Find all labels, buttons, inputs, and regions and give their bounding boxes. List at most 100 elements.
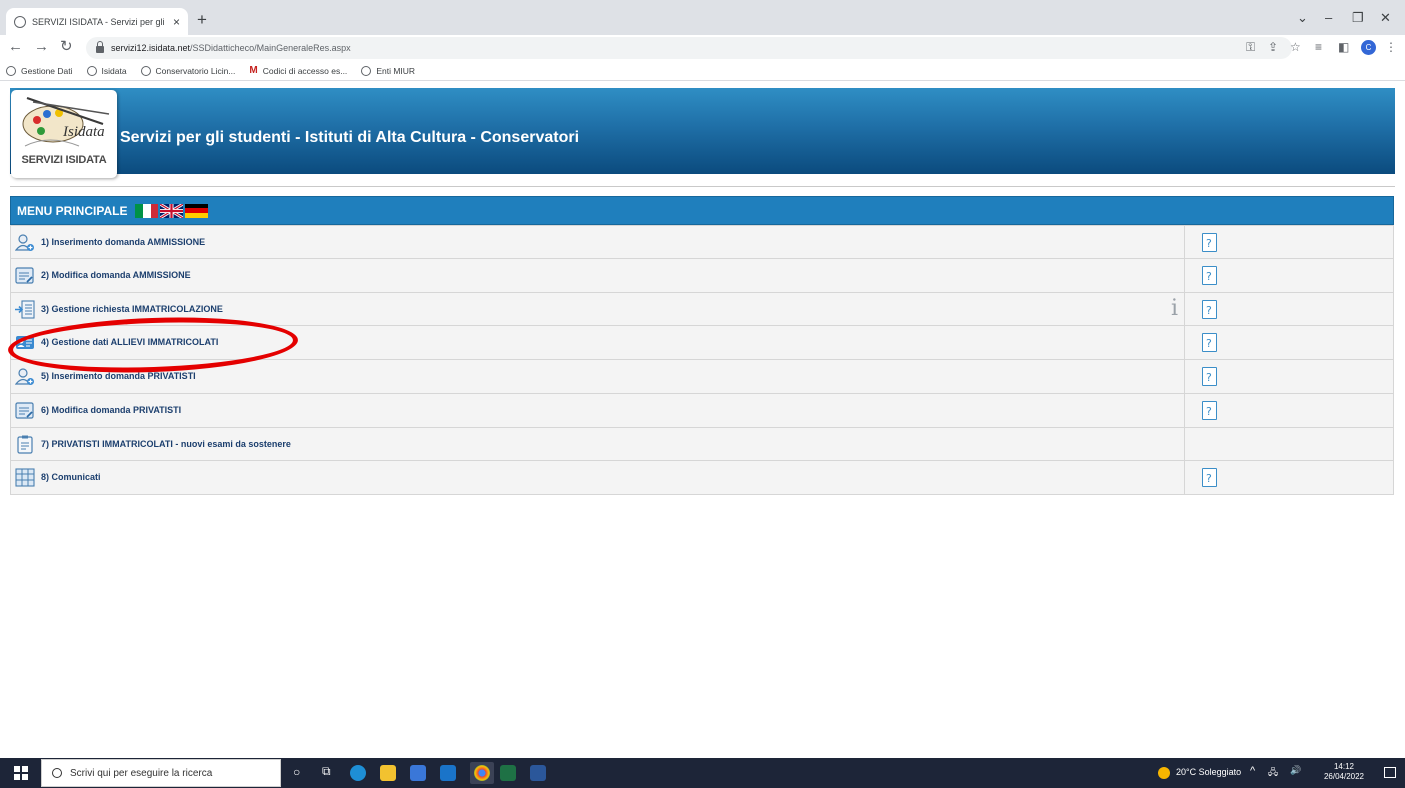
info-icon[interactable]: i bbox=[1171, 296, 1178, 322]
menu-list: 1) Inserimento domanda AMMISSIONE 2) Modi… bbox=[10, 225, 1394, 495]
logo-caption: SERVIZI ISIDATA bbox=[21, 154, 107, 166]
bookmark-enti-miur[interactable]: Enti MIUR bbox=[361, 65, 415, 76]
bookmark-star-icon[interactable]: ☆ bbox=[1290, 40, 1301, 54]
edit-document-icon[interactable] bbox=[15, 401, 35, 420]
network-icon[interactable]: 🖧 bbox=[1268, 765, 1278, 781]
column-divider bbox=[1184, 461, 1185, 494]
clock[interactable]: 14:12 26/04/2022 bbox=[1322, 762, 1366, 782]
weather-sun-icon[interactable] bbox=[1158, 767, 1170, 779]
screen: SERVIZI ISIDATA - Servizi per gli s × + … bbox=[0, 0, 1405, 788]
menu-item-4[interactable]: 4) Gestione dati ALLIEVI IMMATRICOLATI bbox=[10, 326, 1394, 360]
weather-text[interactable]: 20°C Soleggiato bbox=[1176, 767, 1241, 777]
menu-item-label[interactable]: 2) Modifica domanda AMMISSIONE bbox=[41, 270, 191, 280]
bulletin-icon[interactable] bbox=[15, 468, 35, 487]
menu-item-label[interactable]: 5) Inserimento domanda PRIVATISTI bbox=[41, 371, 196, 381]
bookmark-conservatorio[interactable]: Conservatorio Licin... bbox=[140, 65, 235, 76]
column-divider bbox=[1184, 292, 1185, 326]
help-icon[interactable] bbox=[1202, 367, 1217, 386]
bookmark-gestione-dati[interactable]: Gestione Dati bbox=[6, 65, 73, 76]
reload-icon[interactable]: ↻ bbox=[60, 39, 73, 55]
user-add-icon[interactable] bbox=[14, 233, 35, 252]
chrome-icon[interactable] bbox=[474, 765, 490, 781]
edge-icon[interactable] bbox=[350, 765, 366, 781]
bookmark-isidata[interactable]: Isidata bbox=[86, 65, 127, 76]
bookmark-codici-accesso[interactable]: M Codici di accesso es... bbox=[249, 65, 347, 76]
menu-item-label[interactable]: 1) Inserimento domanda AMMISSIONE bbox=[41, 237, 205, 247]
language-flags bbox=[135, 203, 209, 218]
menu-item-label[interactable]: 8) Comunicati bbox=[41, 472, 101, 482]
bookmarks-bar: Gestione Dati Isidata Conservatorio Lici… bbox=[0, 61, 1405, 81]
back-icon[interactable]: ← bbox=[8, 39, 23, 55]
volume-icon[interactable]: 🔊 bbox=[1290, 765, 1301, 776]
browser-tabstrip: SERVIZI ISIDATA - Servizi per gli s × + … bbox=[0, 0, 1405, 35]
menu-item-label[interactable]: 4) Gestione dati ALLIEVI IMMATRICOLATI bbox=[41, 337, 218, 347]
svg-text:Isidata: Isidata bbox=[62, 124, 105, 140]
menu-item-6[interactable]: 6) Modifica domanda PRIVATISTI bbox=[10, 393, 1394, 428]
reading-list-icon[interactable]: ≡ bbox=[1315, 40, 1322, 54]
germany-flag-icon[interactable] bbox=[185, 203, 209, 218]
menu-item-5[interactable]: 5) Inserimento domanda PRIVATISTI bbox=[10, 360, 1394, 394]
close-tab-icon[interactable]: × bbox=[173, 15, 180, 29]
tab-title: SERVIZI ISIDATA - Servizi per gli s bbox=[32, 16, 167, 27]
menu-item-label[interactable]: 7) PRIVATISTI IMMATRICOLATI - nuovi esam… bbox=[41, 439, 291, 449]
help-icon[interactable] bbox=[1202, 468, 1217, 488]
help-icon[interactable] bbox=[1202, 400, 1217, 420]
windows-start-icon[interactable] bbox=[14, 766, 28, 780]
store-icon[interactable] bbox=[410, 765, 426, 781]
column-divider bbox=[1184, 258, 1185, 292]
divider bbox=[10, 186, 1395, 187]
column-divider bbox=[1184, 360, 1185, 393]
close-window-icon[interactable]: ✕ bbox=[1380, 10, 1391, 26]
help-icon[interactable] bbox=[1202, 333, 1217, 353]
tab-search-icon[interactable]: ⌄ bbox=[1297, 10, 1308, 26]
tray-chevron-icon[interactable]: ^ bbox=[1250, 765, 1255, 777]
globe-icon bbox=[86, 65, 97, 76]
address-bar[interactable]: servizi12.isidata.net/SSDidatticheco/Mai… bbox=[86, 37, 1292, 59]
menu-item-7[interactable]: 7) PRIVATISTI IMMATRICOLATI - nuovi esam… bbox=[10, 427, 1394, 462]
gmail-icon: M bbox=[249, 65, 258, 76]
new-tab-button[interactable]: + bbox=[197, 11, 207, 28]
task-view-icon[interactable]: ⧉ bbox=[322, 764, 331, 779]
cortana-icon[interactable]: ○ bbox=[293, 765, 300, 779]
mail-icon[interactable] bbox=[440, 765, 456, 781]
globe-icon bbox=[361, 65, 372, 76]
password-key-icon[interactable]: ⚿ bbox=[1246, 40, 1255, 55]
browser-toolbar: ← → ↻ servizi12.isidata.net/SSDidattiche… bbox=[0, 35, 1405, 61]
menu-item-label[interactable]: 6) Modifica domanda PRIVATISTI bbox=[41, 405, 181, 415]
globe-icon bbox=[140, 65, 151, 76]
menu-kebab-icon[interactable]: ⋮ bbox=[1385, 40, 1397, 54]
windows-taskbar: Scrivi qui per eseguire la ricerca ○ ⧉ 2… bbox=[0, 758, 1405, 788]
help-icon[interactable] bbox=[1202, 265, 1217, 285]
menu-item-8[interactable]: 8) Comunicati bbox=[10, 461, 1394, 495]
menu-item-1[interactable]: 1) Inserimento domanda AMMISSIONE bbox=[10, 225, 1394, 259]
excel-icon[interactable] bbox=[500, 765, 516, 781]
menu-item-label[interactable]: 3) Gestione richiesta IMMATRICOLAZIONE bbox=[41, 304, 223, 314]
menu-item-3[interactable]: 3) Gestione richiesta IMMATRICOLAZIONE i bbox=[10, 292, 1394, 327]
profile-avatar[interactable]: C bbox=[1361, 40, 1376, 55]
edit-document-icon[interactable] bbox=[15, 266, 35, 285]
student-card-icon[interactable] bbox=[15, 333, 35, 352]
clock-date: 26/04/2022 bbox=[1323, 772, 1365, 781]
user-add-icon[interactable] bbox=[14, 367, 35, 386]
minimize-icon[interactable]: – bbox=[1325, 10, 1332, 25]
notification-center-icon[interactable] bbox=[1384, 767, 1396, 778]
file-explorer-icon[interactable] bbox=[380, 765, 396, 781]
side-panel-icon[interactable]: ◧ bbox=[1338, 40, 1349, 54]
browser-tab[interactable]: SERVIZI ISIDATA - Servizi per gli s × bbox=[6, 8, 188, 35]
help-icon[interactable] bbox=[1202, 299, 1217, 319]
share-icon[interactable]: ⇪ bbox=[1268, 40, 1278, 54]
uk-flag-icon[interactable] bbox=[160, 203, 184, 218]
menu-heading: MENU PRINCIPALE bbox=[17, 203, 128, 218]
clipboard-icon[interactable] bbox=[15, 435, 35, 454]
restore-icon[interactable]: ❐ bbox=[1352, 10, 1364, 26]
column-divider bbox=[1184, 226, 1185, 258]
enrollment-icon[interactable] bbox=[15, 299, 35, 319]
isidata-logo[interactable]: Isidata SERVIZI ISIDATA bbox=[11, 90, 117, 178]
clock-time: 14:12 bbox=[1333, 762, 1355, 771]
taskbar-search-input[interactable]: Scrivi qui per eseguire la ricerca bbox=[41, 759, 281, 787]
menu-item-2[interactable]: 2) Modifica domanda AMMISSIONE bbox=[10, 258, 1394, 293]
forward-icon[interactable]: → bbox=[34, 39, 49, 55]
italy-flag-icon[interactable] bbox=[135, 203, 159, 218]
help-icon[interactable] bbox=[1202, 233, 1217, 252]
word-icon[interactable] bbox=[530, 765, 546, 781]
